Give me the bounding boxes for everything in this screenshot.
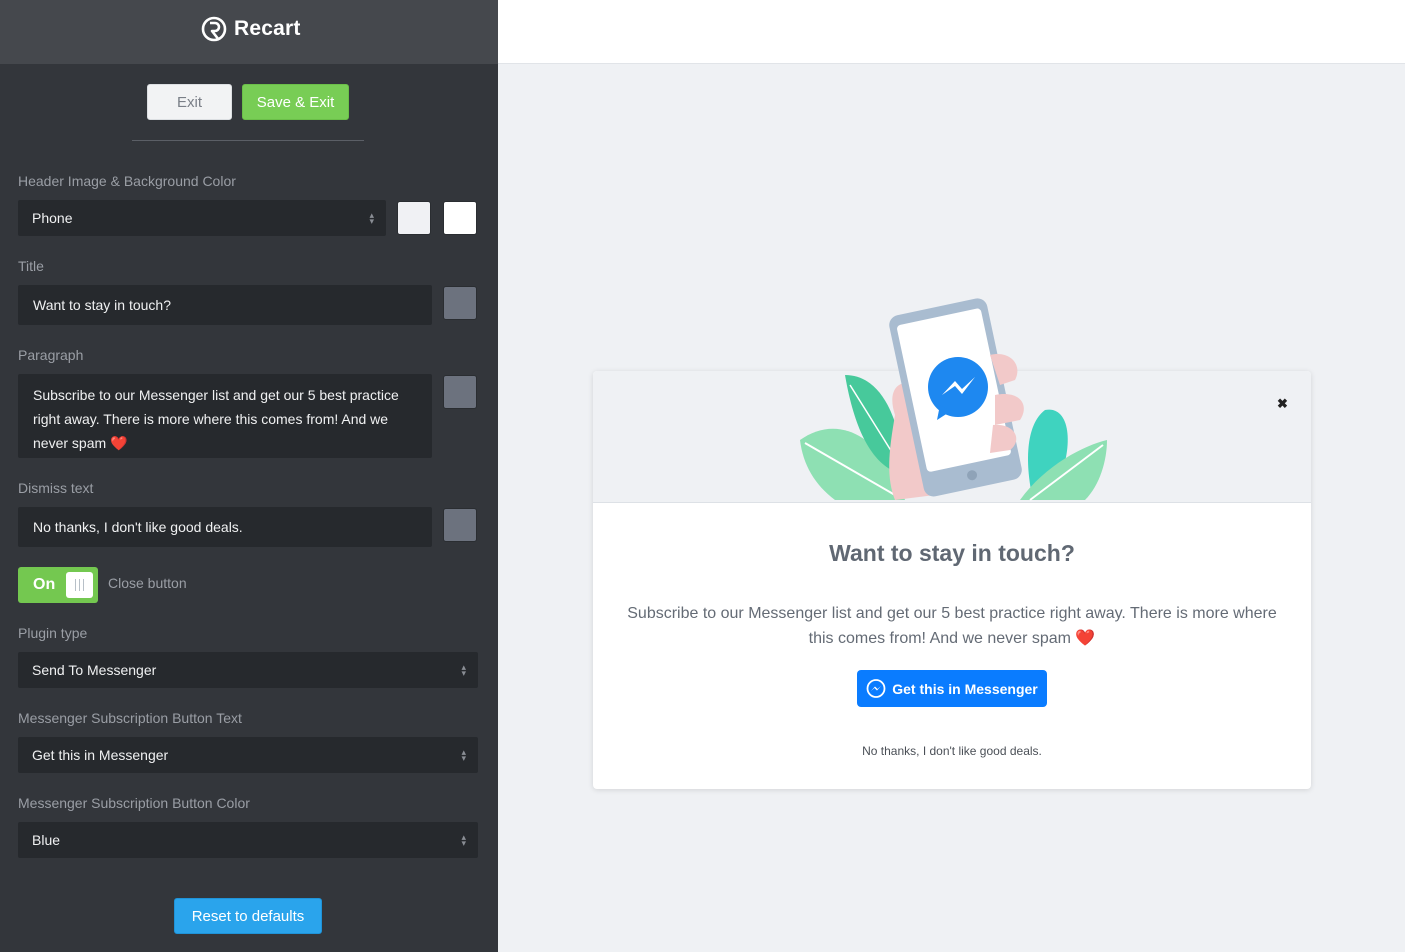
recart-logo-icon — [201, 16, 227, 42]
brand-bar: Recart — [0, 0, 498, 64]
messenger-icon — [866, 678, 886, 698]
exit-button[interactable]: Exit — [147, 84, 232, 120]
preview-topbar — [498, 0, 1405, 64]
close-icon[interactable]: ✖ — [1277, 396, 1288, 412]
button-text-label: Messenger Subscription Button Text — [18, 710, 242, 726]
dismiss-input-value: No thanks, I don't like good deals. — [33, 519, 243, 535]
select-arrows-icon: ▴ ▾ — [461, 832, 466, 848]
title-input[interactable]: Want to stay in touch? — [18, 285, 432, 325]
toggle-knob-icon — [66, 572, 93, 598]
logo: Recart — [200, 15, 301, 43]
select-arrows-icon: ▴ ▾ — [369, 210, 374, 226]
close-button-toggle[interactable]: On — [18, 567, 98, 603]
button-text-value: Get this in Messenger — [32, 747, 169, 763]
reset-defaults-button[interactable]: Reset to defaults — [174, 898, 322, 934]
paragraph-textarea-value: Subscribe to our Messenger list and get … — [33, 387, 399, 451]
button-color-select[interactable]: Blue ▴ ▾ — [18, 822, 478, 858]
plugin-type-label: Plugin type — [18, 625, 88, 641]
popup-title: Want to stay in touch? — [829, 540, 1075, 566]
popup-paragraph: Subscribe to our Messenger list and get … — [627, 605, 1277, 647]
settings-sidebar: Recart Exit Save & Exit Header Image & B… — [0, 0, 498, 952]
paragraph-label: Paragraph — [18, 347, 84, 363]
select-arrows-icon: ▴ ▾ — [461, 662, 466, 678]
dismiss-label: Dismiss text — [18, 480, 94, 496]
header-bg-color-swatch[interactable] — [397, 201, 431, 235]
button-text-select[interactable]: Get this in Messenger ▴ ▾ — [18, 737, 478, 773]
plugin-type-value: Send To Messenger — [32, 662, 157, 678]
phone-messenger-illustration — [800, 298, 1107, 501]
dismiss-color-swatch[interactable] — [443, 508, 477, 542]
header-image-select[interactable]: Phone ▴ ▾ — [18, 200, 386, 236]
toggle-state: On — [33, 576, 56, 593]
get-in-messenger-button[interactable]: Get this in Messenger — [857, 670, 1047, 707]
messenger-button-label: Get this in Messenger — [892, 680, 1038, 697]
save-exit-button[interactable]: Save & Exit — [242, 84, 349, 120]
title-color-swatch[interactable] — [443, 286, 477, 320]
brand-name: Recart — [234, 17, 301, 40]
divider — [132, 140, 364, 141]
title-label: Title — [18, 258, 44, 274]
dismiss-input[interactable]: No thanks, I don't like good deals. — [18, 507, 432, 547]
plugin-type-select[interactable]: Send To Messenger ▴ ▾ — [18, 652, 478, 688]
header-secondary-color-swatch[interactable] — [443, 201, 477, 235]
button-color-label: Messenger Subscription Button Color — [18, 795, 250, 811]
paragraph-color-swatch[interactable] — [443, 375, 477, 409]
button-color-value: Blue — [32, 832, 61, 848]
title-input-value: Want to stay in touch? — [33, 297, 171, 313]
close-button-label: Close button — [108, 575, 187, 591]
popup-dismiss-link[interactable]: No thanks, I don't like good deals. — [593, 744, 1311, 758]
header-image-value: Phone — [32, 210, 73, 226]
paragraph-textarea[interactable]: Subscribe to our Messenger list and get … — [18, 374, 432, 458]
header-image-label: Header Image & Background Color — [18, 173, 236, 189]
select-arrows-icon: ▴ ▾ — [461, 747, 466, 763]
